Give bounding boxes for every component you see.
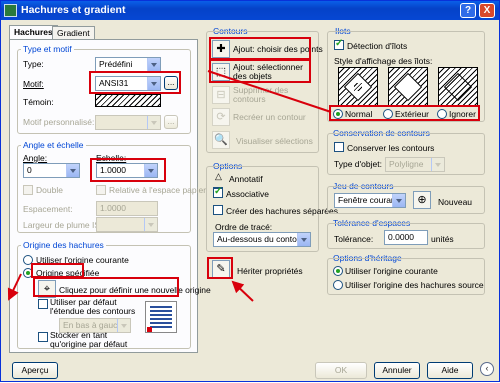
hatch-dialog: Hachures et gradient ? X Hachures Gradie…: [0, 0, 500, 382]
annuler-button[interactable]: Annuler: [374, 362, 420, 379]
arrow-specifiee: [7, 273, 22, 301]
arrow-heriter: [231, 280, 254, 302]
aide-button[interactable]: Aide: [427, 362, 473, 379]
collapse-icon[interactable]: ‹: [480, 362, 494, 376]
ok-button[interactable]: OK: [315, 362, 367, 379]
annotation-arrows: [7, 70, 332, 302]
apercu-button[interactable]: Aperçu: [12, 362, 58, 379]
arrow-objets: [207, 70, 332, 113]
